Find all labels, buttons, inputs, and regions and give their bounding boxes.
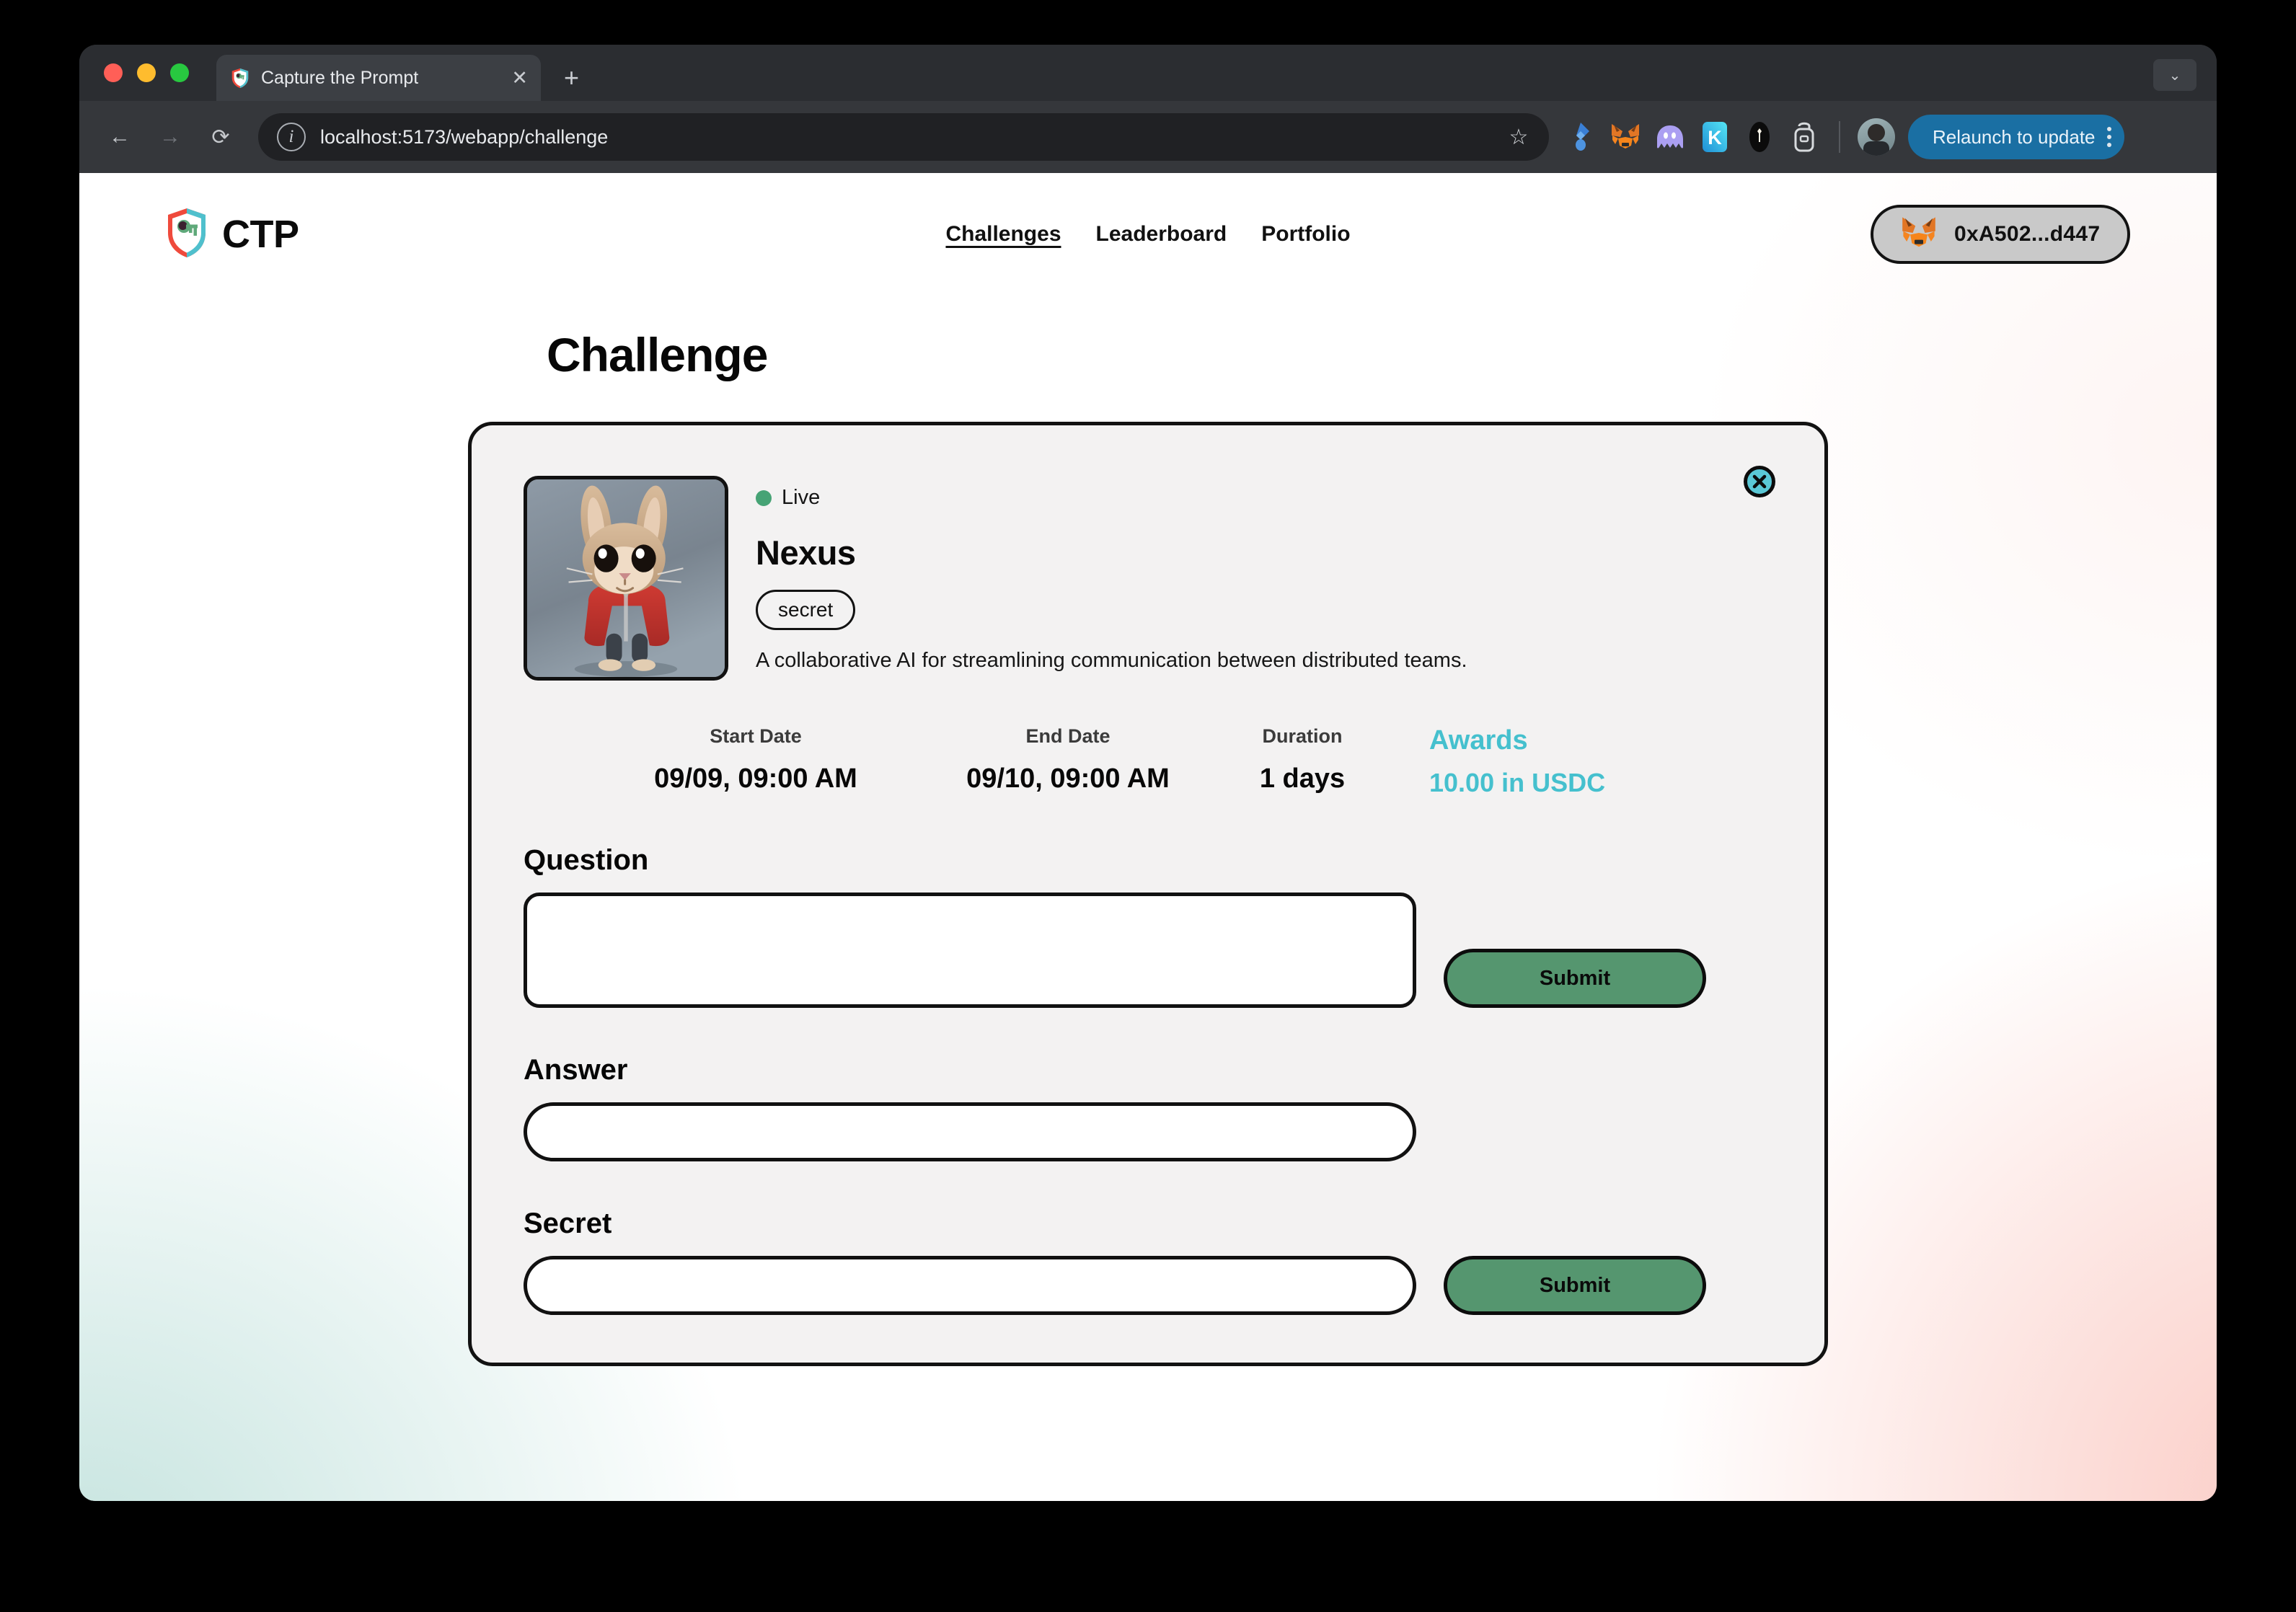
answer-row xyxy=(524,1102,1772,1161)
nav-link-leaderboard[interactable]: Leaderboard xyxy=(1096,222,1227,247)
browser-toolbar: ← → ⟳ i localhost:5173/webapp/challenge … xyxy=(79,101,2217,173)
back-button[interactable]: ← xyxy=(100,117,140,157)
challenge-tag: secret xyxy=(756,590,856,630)
nav-link-portfolio[interactable]: Portfolio xyxy=(1261,222,1350,247)
stat-value: 1 days xyxy=(1259,763,1346,794)
site-info-icon[interactable]: i xyxy=(277,123,306,151)
bitwarden-icon[interactable] xyxy=(1563,120,1598,154)
secret-submit-button[interactable]: Submit xyxy=(1444,1256,1706,1315)
question-row: Submit xyxy=(524,893,1772,1008)
secret-row: Submit xyxy=(524,1256,1772,1315)
question-label: Question xyxy=(524,844,649,876)
challenge-info: Live Nexus secret A collaborative AI for… xyxy=(756,476,1772,673)
tab-search-chevron-icon[interactable]: ⌄ xyxy=(2153,59,2196,91)
wallet-address-button[interactable]: 0xA502...d447 xyxy=(1871,205,2130,264)
stat-value: 09/09, 09:00 AM xyxy=(654,763,857,794)
page-viewport: CTP Challenges Leaderboard Portfolio 0xA… xyxy=(79,173,2217,1501)
browser-menu-icon[interactable] xyxy=(2106,127,2111,147)
browser-tab-title: Capture the Prompt xyxy=(261,67,419,88)
stat-value: 09/10, 09:00 AM xyxy=(966,763,1170,794)
stat-start-date: Start Date 09/09, 09:00 AM xyxy=(599,725,913,794)
metamask-icon[interactable] xyxy=(1608,120,1643,154)
close-icon[interactable] xyxy=(1744,466,1775,497)
stat-duration: Duration 1 days xyxy=(1223,725,1382,794)
reload-button[interactable]: ⟳ xyxy=(200,117,241,157)
minimize-window-button[interactable] xyxy=(137,63,156,82)
secret-input[interactable] xyxy=(524,1256,1416,1315)
browser-tab-strip: Capture the Prompt ✕ + ⌄ xyxy=(79,45,2217,101)
stat-label: Start Date xyxy=(710,725,802,747)
backpack-icon[interactable] xyxy=(1787,120,1822,154)
brand-logo-link[interactable]: CTP xyxy=(166,207,299,262)
challenge-description: A collaborative AI for streamlining comm… xyxy=(756,649,1467,672)
status-label: Live xyxy=(782,486,821,509)
phantom-ghost-icon[interactable] xyxy=(1653,120,1687,154)
window-traffic-lights xyxy=(104,63,189,82)
rabby-icon[interactable] xyxy=(1742,120,1777,154)
status-badge: Live xyxy=(756,486,1772,510)
status-dot-icon xyxy=(756,490,772,506)
maximize-window-button[interactable] xyxy=(170,63,189,82)
secret-label: Secret xyxy=(524,1208,612,1239)
challenge-card: Live Nexus secret A collaborative AI for… xyxy=(468,422,1828,1366)
stat-label: Awards xyxy=(1429,725,1528,756)
stat-label: Duration xyxy=(1262,725,1343,747)
answer-label: Answer xyxy=(524,1054,628,1086)
answer-input[interactable] xyxy=(524,1102,1416,1161)
svg-text:K: K xyxy=(1708,127,1722,149)
bookmark-star-icon[interactable]: ☆ xyxy=(1500,118,1537,156)
relaunch-to-update-button[interactable]: Relaunch to update xyxy=(1908,115,2124,159)
challenge-stats: Start Date 09/09, 09:00 AM End Date 09/1… xyxy=(524,725,1772,798)
relaunch-label: Relaunch to update xyxy=(1933,125,2096,148)
tab-close-icon[interactable]: ✕ xyxy=(511,68,528,88)
extension-tray: K xyxy=(1563,118,1895,156)
profile-avatar[interactable] xyxy=(1858,118,1895,156)
forward-button[interactable]: → xyxy=(150,117,190,157)
site-header: CTP Challenges Leaderboard Portfolio 0xA… xyxy=(79,173,2217,296)
nav-link-challenges[interactable]: Challenges xyxy=(945,222,1061,247)
toolbar-divider xyxy=(1839,121,1840,153)
new-tab-button[interactable]: + xyxy=(564,65,579,91)
page-title: Challenge xyxy=(547,328,768,381)
kaito-k-icon[interactable]: K xyxy=(1697,120,1732,154)
stat-awards: Awards 10.00 in USDC xyxy=(1429,725,1605,798)
browser-tab[interactable]: Capture the Prompt ✕ xyxy=(216,55,541,101)
challenge-name: Nexus xyxy=(756,533,856,572)
metamask-fox-icon xyxy=(1899,216,1938,254)
stat-value: 10.00 in USDC xyxy=(1429,768,1606,797)
wallet-address-text: 0xA502...d447 xyxy=(1954,222,2101,246)
rabbit-in-red-hoodie-avatar xyxy=(524,476,728,681)
url-text: localhost:5173/webapp/challenge xyxy=(320,125,609,148)
stat-end-date: End Date 09/10, 09:00 AM xyxy=(913,725,1223,794)
shield-key-favicon xyxy=(229,67,251,89)
browser-window: Capture the Prompt ✕ + ⌄ ← → ⟳ i localho… xyxy=(79,45,2217,1501)
site-nav: Challenges Leaderboard Portfolio xyxy=(945,222,1350,247)
ctp-shield-key-logo xyxy=(166,207,208,262)
address-bar[interactable]: i localhost:5173/webapp/challenge ☆ xyxy=(258,113,1549,161)
challenge-header: Live Nexus secret A collaborative AI for… xyxy=(524,464,1772,681)
brand-name: CTP xyxy=(222,213,299,256)
close-window-button[interactable] xyxy=(104,63,123,82)
question-submit-button[interactable]: Submit xyxy=(1444,949,1706,1008)
stat-label: End Date xyxy=(1025,725,1111,747)
question-input[interactable] xyxy=(524,893,1416,1008)
